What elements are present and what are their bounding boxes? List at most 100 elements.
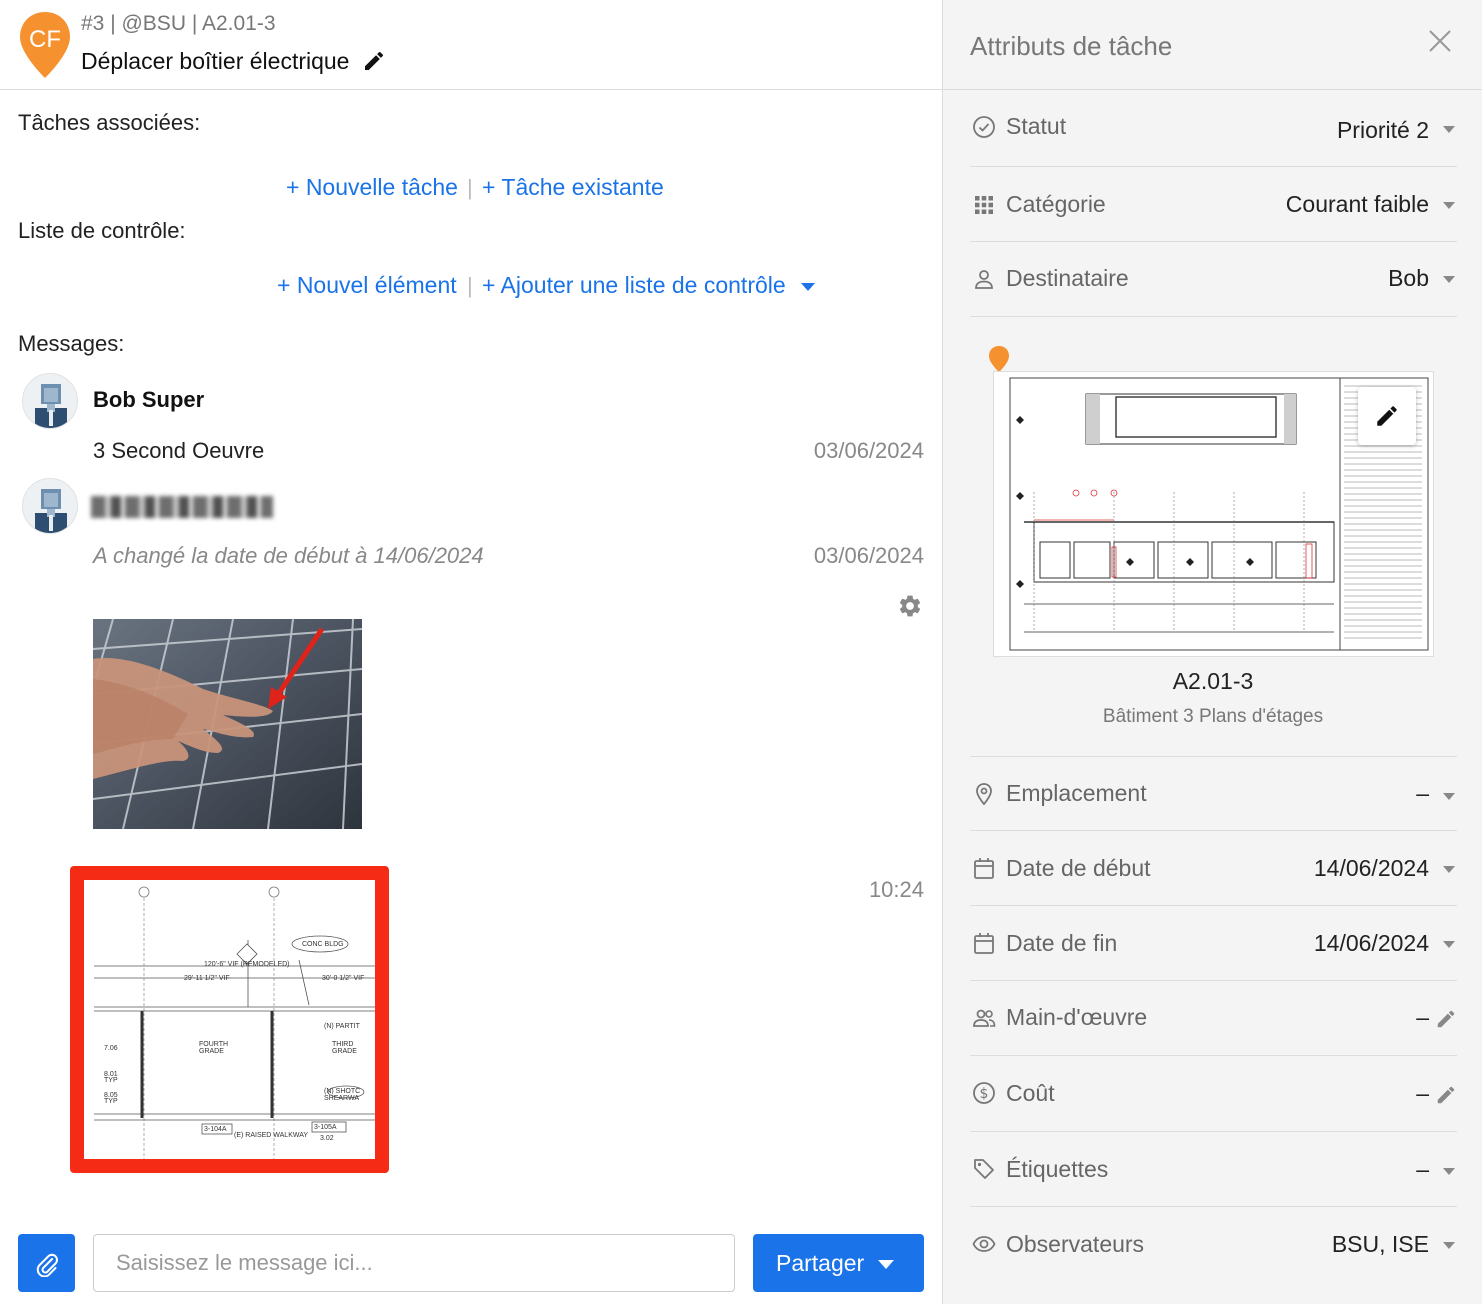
add-checklist-link[interactable]: + Ajouter une liste de contrôle bbox=[482, 272, 786, 299]
drawing-attachment[interactable]: 120'-6" VIF (REMODELED) 29'-11 1/2" VIF … bbox=[70, 866, 389, 1173]
attach-button[interactable] bbox=[18, 1234, 75, 1292]
svg-text:GRADE: GRADE bbox=[199, 1048, 224, 1055]
paperclip-icon bbox=[36, 1253, 58, 1277]
task-title: Déplacer boîtier électrique bbox=[81, 48, 350, 74]
existing-task-link[interactable]: + Tâche existante bbox=[482, 174, 664, 201]
chevron-down-icon bbox=[1443, 793, 1455, 800]
calendar-icon bbox=[974, 933, 994, 954]
pencil-icon bbox=[1377, 406, 1397, 426]
attr-status[interactable]: Statut Priorité 2 bbox=[970, 90, 1457, 167]
avatar bbox=[22, 478, 78, 534]
dollar-icon: $ bbox=[973, 1082, 995, 1104]
attr-end-date[interactable]: Date de fin 14/06/2024 bbox=[970, 906, 1457, 981]
attr-label: Observateurs bbox=[1006, 1231, 1145, 1257]
panel-title: Attributs de tâche bbox=[970, 31, 1173, 61]
attr-label: Emplacement bbox=[1006, 780, 1147, 806]
plan-name: Bâtiment 3 Plans d'étages bbox=[1102, 706, 1324, 727]
attr-observers[interactable]: Observateurs BSU, ISE bbox=[970, 1207, 1457, 1282]
attr-label: Étiquettes bbox=[1006, 1156, 1109, 1182]
message-text: A changé la date de début à 14/06/2024 bbox=[93, 543, 484, 568]
attr-cost[interactable]: $ Coût – bbox=[970, 1056, 1457, 1132]
svg-text:FOURTH: FOURTH bbox=[199, 1041, 228, 1048]
attr-label: Date de fin bbox=[1006, 930, 1118, 956]
link-separator: | bbox=[467, 175, 473, 200]
attr-labor[interactable]: Main-d'œuvre – bbox=[970, 981, 1457, 1056]
chevron-down-icon[interactable] bbox=[801, 283, 815, 291]
svg-text:SHEARWA: SHEARWA bbox=[324, 1095, 359, 1102]
attr-tags[interactable]: Étiquettes – bbox=[970, 1132, 1457, 1207]
avatar bbox=[22, 373, 78, 429]
chevron-down-icon bbox=[878, 1260, 894, 1269]
attr-label: Destinataire bbox=[1006, 265, 1129, 291]
attr-value: BSU, ISE bbox=[1331, 1231, 1429, 1257]
attr-value: – bbox=[1416, 1004, 1429, 1030]
message-text: 3 Second Oeuvre bbox=[93, 438, 265, 463]
task-attributes-panel: Attributs de tâche Statut Priorité 2 Cat… bbox=[942, 0, 1482, 1304]
attr-value: Courant faible bbox=[1285, 191, 1429, 217]
attr-label: Main-d'œuvre bbox=[1006, 1004, 1148, 1030]
task-reference: #3 | @BSU | A2.01-3 bbox=[81, 12, 276, 35]
message-date: 03/06/2024 bbox=[813, 543, 924, 568]
message-time: 10:24 bbox=[868, 877, 924, 902]
attr-label: Coût bbox=[1006, 1080, 1055, 1106]
task-avatar-initials: CF bbox=[29, 26, 61, 53]
pencil-icon[interactable] bbox=[362, 49, 386, 73]
gear-icon[interactable] bbox=[897, 593, 923, 619]
attr-assignee[interactable]: Destinataire Bob bbox=[970, 242, 1457, 317]
plan-pin-icon bbox=[989, 346, 1009, 372]
chevron-down-icon bbox=[1443, 276, 1455, 283]
svg-text:CONC BLDG: CONC BLDG bbox=[302, 941, 344, 948]
attr-value: 14/06/2024 bbox=[1313, 855, 1429, 881]
task-detail-view: CF #3 | @BSU | A2.01-3 Déplacer boîtier … bbox=[0, 0, 1482, 1304]
svg-text:120'-6" VIF (REMODELED): 120'-6" VIF (REMODELED) bbox=[204, 961, 290, 968]
task-header: CF #3 | @BSU | A2.01-3 Déplacer boîtier … bbox=[0, 0, 942, 90]
blurred-author-name bbox=[91, 496, 273, 518]
check-circle-icon bbox=[973, 116, 995, 138]
share-button[interactable]: Partager bbox=[753, 1234, 924, 1292]
svg-text:30'-0 1/2" VIF: 30'-0 1/2" VIF bbox=[322, 975, 364, 982]
chevron-down-icon bbox=[1443, 126, 1455, 133]
svg-text:$: $ bbox=[980, 1086, 989, 1102]
attr-location[interactable]: Emplacement – bbox=[970, 757, 1457, 831]
svg-text:(N) PARTIT: (N) PARTIT bbox=[324, 1023, 361, 1030]
svg-text:(E) RAISED WALKWAY: (E) RAISED WALKWAY bbox=[234, 1132, 308, 1139]
close-icon[interactable] bbox=[1427, 28, 1453, 54]
svg-text:3.02: 3.02 bbox=[320, 1135, 334, 1142]
pencil-icon[interactable] bbox=[1435, 1008, 1457, 1030]
attr-label: Statut bbox=[1006, 113, 1067, 139]
location-pin-icon bbox=[976, 783, 992, 806]
attr-label: Catégorie bbox=[1006, 191, 1106, 217]
messages-label: Messages: bbox=[18, 331, 125, 356]
message-input[interactable] bbox=[93, 1234, 735, 1292]
svg-text:TYP: TYP bbox=[104, 1077, 118, 1084]
attr-value: – bbox=[1416, 780, 1429, 806]
pencil-icon[interactable] bbox=[1435, 1084, 1457, 1106]
attr-label: Date de début bbox=[1006, 855, 1151, 881]
grid-icon bbox=[975, 196, 993, 214]
chevron-down-icon bbox=[1443, 1168, 1455, 1175]
attr-start-date[interactable]: Date de début 14/06/2024 bbox=[970, 831, 1457, 906]
edit-plan-button[interactable] bbox=[1358, 387, 1416, 445]
attr-value: – bbox=[1416, 1156, 1429, 1182]
message-author: Bob Super bbox=[93, 387, 205, 412]
new-item-link[interactable]: + Nouvel élément bbox=[277, 272, 457, 299]
chevron-down-icon bbox=[1443, 866, 1455, 873]
svg-text:7.06: 7.06 bbox=[104, 1045, 118, 1052]
eye-icon bbox=[972, 1236, 996, 1252]
photo-attachment[interactable] bbox=[93, 619, 362, 829]
person-icon bbox=[975, 270, 993, 289]
chevron-down-icon bbox=[1443, 941, 1455, 948]
attr-category[interactable]: Catégorie Courant faible bbox=[970, 167, 1457, 242]
chevron-down-icon bbox=[1443, 202, 1455, 209]
people-icon bbox=[973, 1009, 996, 1027]
plan-code: A2.01-3 bbox=[1172, 668, 1254, 694]
share-button-label: Partager bbox=[776, 1250, 865, 1276]
new-task-link[interactable]: + Nouvelle tâche bbox=[286, 174, 458, 201]
tag-icon bbox=[974, 1159, 994, 1179]
related-tasks-label: Tâches associées: bbox=[18, 110, 201, 135]
svg-text:3-105A: 3-105A bbox=[314, 1124, 337, 1131]
svg-text:3-104A: 3-104A bbox=[204, 1126, 227, 1133]
message-date: 03/06/2024 bbox=[813, 438, 924, 463]
attr-value: 14/06/2024 bbox=[1313, 930, 1429, 956]
attr-value: Priorité 2 bbox=[1336, 117, 1429, 143]
